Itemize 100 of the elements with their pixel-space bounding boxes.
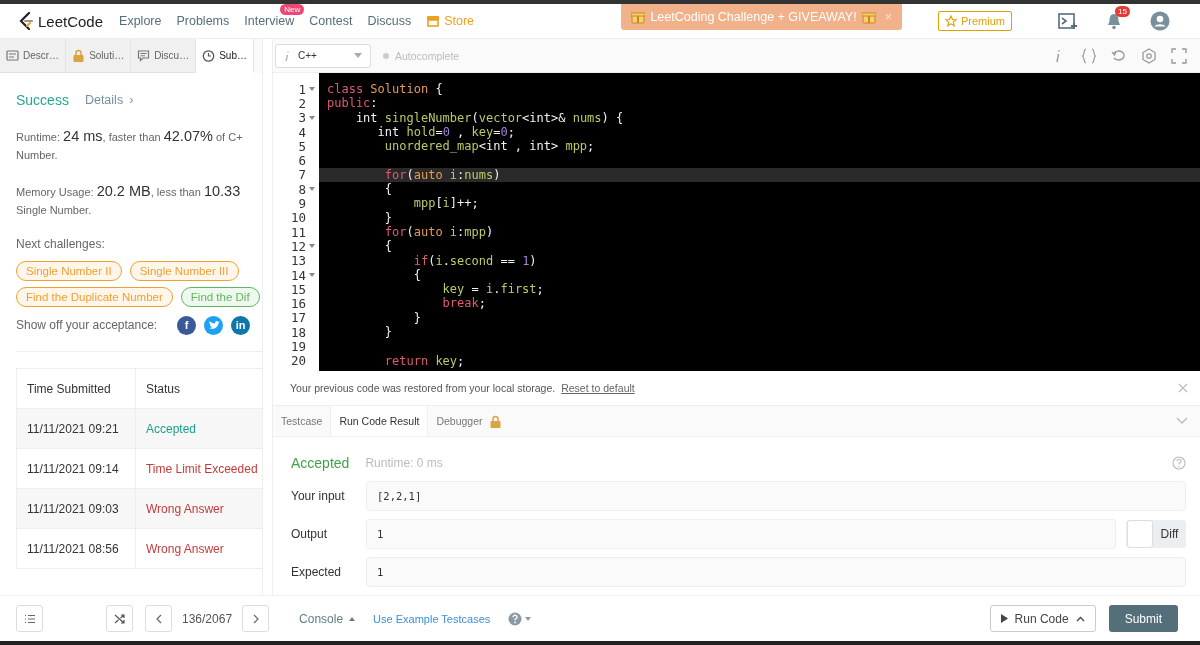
next-button[interactable] bbox=[242, 605, 270, 632]
share-label: Show off your acceptance: bbox=[16, 318, 158, 332]
code-line: { bbox=[383, 239, 393, 254]
table-cell: 11/11/2021 09:21 bbox=[16, 408, 136, 449]
bird-icon bbox=[207, 320, 220, 330]
chevron-down-icon[interactable] bbox=[1176, 417, 1188, 425]
panel-tab[interactable]: Descr… bbox=[0, 39, 67, 73]
panel-tab[interactable]: Soluti… bbox=[66, 39, 132, 73]
panel-tab[interactable]: Sub… bbox=[196, 39, 254, 73]
code-line: mpp[i]++; bbox=[412, 196, 479, 211]
nav-link[interactable]: Problems bbox=[176, 14, 230, 28]
lock-icon bbox=[72, 48, 86, 63]
settings-icon[interactable] bbox=[1140, 46, 1158, 65]
line-number: 18 bbox=[290, 324, 306, 340]
result-status: Accepted bbox=[291, 455, 350, 471]
diff-toggle[interactable]: Diff bbox=[1126, 520, 1186, 548]
nav-link[interactable]: Interview bbox=[244, 14, 295, 28]
star-icon bbox=[945, 15, 957, 27]
clock-icon bbox=[202, 48, 216, 63]
fold-caret-icon[interactable] bbox=[309, 187, 315, 192]
line-number: 2 bbox=[298, 95, 306, 111]
table-cell: 11/11/2021 09:14 bbox=[16, 448, 136, 489]
line-number: 15 bbox=[290, 281, 306, 297]
table-cell: 11/11/2021 09:03 bbox=[16, 488, 136, 529]
document-icon bbox=[6, 48, 19, 63]
line-number: 8 bbox=[298, 181, 306, 197]
gift-icon bbox=[861, 10, 876, 24]
bell-icon[interactable] bbox=[1106, 12, 1122, 30]
code-line: int hold=0 , key=0; bbox=[376, 124, 515, 139]
notification-count: 15 bbox=[1115, 6, 1130, 17]
result-value: 1 bbox=[366, 557, 1186, 587]
console-tab[interactable]: Run Code Result bbox=[330, 406, 429, 436]
code-line: for(auto i:mpp) bbox=[383, 224, 494, 239]
example-testcases-link[interactable]: Use Example Testcases bbox=[373, 612, 491, 625]
linkedin-share-button[interactable]: in bbox=[231, 315, 251, 335]
list-icon bbox=[23, 613, 36, 624]
chevron-right-icon bbox=[252, 613, 259, 624]
nav-link[interactable]: Contest bbox=[309, 14, 353, 28]
result-value: 1 bbox=[366, 519, 1116, 549]
fold-caret-icon[interactable] bbox=[309, 115, 315, 120]
logo-text[interactable]: LeetCode bbox=[38, 12, 104, 30]
line-number: 11 bbox=[290, 224, 306, 240]
help-icon[interactable] bbox=[1172, 456, 1186, 470]
code-line: unordered_map<int , int> mpp; bbox=[383, 139, 595, 154]
lock-icon bbox=[488, 414, 501, 428]
nav-link[interactable]: Discuss bbox=[367, 14, 412, 28]
line-number: 9 bbox=[298, 196, 306, 212]
details-link[interactable]: Details › bbox=[84, 93, 134, 107]
code-line: return key; bbox=[383, 353, 465, 368]
next-challenges-label: Next challenges: bbox=[16, 237, 106, 251]
line-number: 14 bbox=[290, 267, 306, 283]
line-number: 16 bbox=[290, 296, 306, 312]
fold-caret-icon[interactable] bbox=[309, 87, 315, 92]
column-header: Time Submitted bbox=[16, 368, 136, 409]
runtime-text: Runtime: 0 ms bbox=[365, 456, 443, 470]
fold-caret-icon[interactable] bbox=[309, 273, 315, 277]
line-number: 13 bbox=[290, 253, 306, 269]
submit-button[interactable]: Submit bbox=[1108, 605, 1178, 632]
chevron-left-icon bbox=[155, 613, 162, 624]
memory-text: Memory Usage: 20.2 MB, less than 10.33 Single Number. bbox=[16, 182, 242, 218]
help-menu[interactable] bbox=[508, 611, 532, 626]
console-tab[interactable]: Testcase bbox=[273, 406, 331, 436]
terminal-plus-icon[interactable] bbox=[1058, 12, 1078, 30]
facebook-share-button[interactable]: f bbox=[177, 315, 197, 335]
problem-list-button[interactable] bbox=[16, 605, 43, 632]
code-line: break; bbox=[441, 296, 486, 311]
code-line: } bbox=[383, 325, 393, 340]
new-badge: New bbox=[280, 4, 305, 15]
comment-icon bbox=[137, 48, 151, 63]
code-line: public: bbox=[327, 96, 378, 111]
fullscreen-icon[interactable] bbox=[1170, 46, 1188, 65]
language-select[interactable]: C++ bbox=[275, 43, 371, 68]
logo-icon[interactable] bbox=[18, 12, 34, 30]
status-link[interactable]: Wrong Answer bbox=[135, 488, 262, 529]
shuffle-button[interactable] bbox=[106, 605, 133, 632]
toggle-dot[interactable] bbox=[383, 52, 389, 59]
field-label: Output bbox=[291, 527, 329, 541]
run-code-button[interactable]: Run Code bbox=[989, 605, 1096, 632]
console-tab[interactable]: Debugger bbox=[428, 406, 509, 436]
line-number: 10 bbox=[290, 210, 306, 226]
play-icon bbox=[1000, 614, 1008, 623]
problem-counter: 136/2067 bbox=[182, 611, 233, 626]
nav-link[interactable]: Explore bbox=[119, 14, 162, 28]
caret-icon bbox=[354, 53, 362, 58]
field-label: Your input bbox=[291, 489, 346, 503]
code-line: for(auto i:nums) bbox=[383, 167, 501, 182]
fold-caret-icon[interactable] bbox=[309, 244, 315, 249]
shuffle-icon bbox=[113, 612, 126, 625]
reset-link[interactable]: Reset to default bbox=[561, 382, 635, 394]
status-link[interactable]: Accepted bbox=[135, 408, 262, 449]
status-heading: Success bbox=[16, 92, 69, 108]
console-toggle[interactable]: Console bbox=[299, 611, 356, 626]
previous-button[interactable] bbox=[145, 605, 172, 632]
twitter-share-button[interactable] bbox=[204, 315, 224, 335]
panel-tab[interactable]: Discu… bbox=[131, 39, 197, 73]
code-line: { bbox=[412, 267, 421, 282]
close-icon[interactable] bbox=[1178, 383, 1188, 393]
line-number: 6 bbox=[298, 153, 306, 169]
avatar-icon[interactable] bbox=[1150, 11, 1170, 31]
braces-icon[interactable] bbox=[1080, 46, 1098, 65]
